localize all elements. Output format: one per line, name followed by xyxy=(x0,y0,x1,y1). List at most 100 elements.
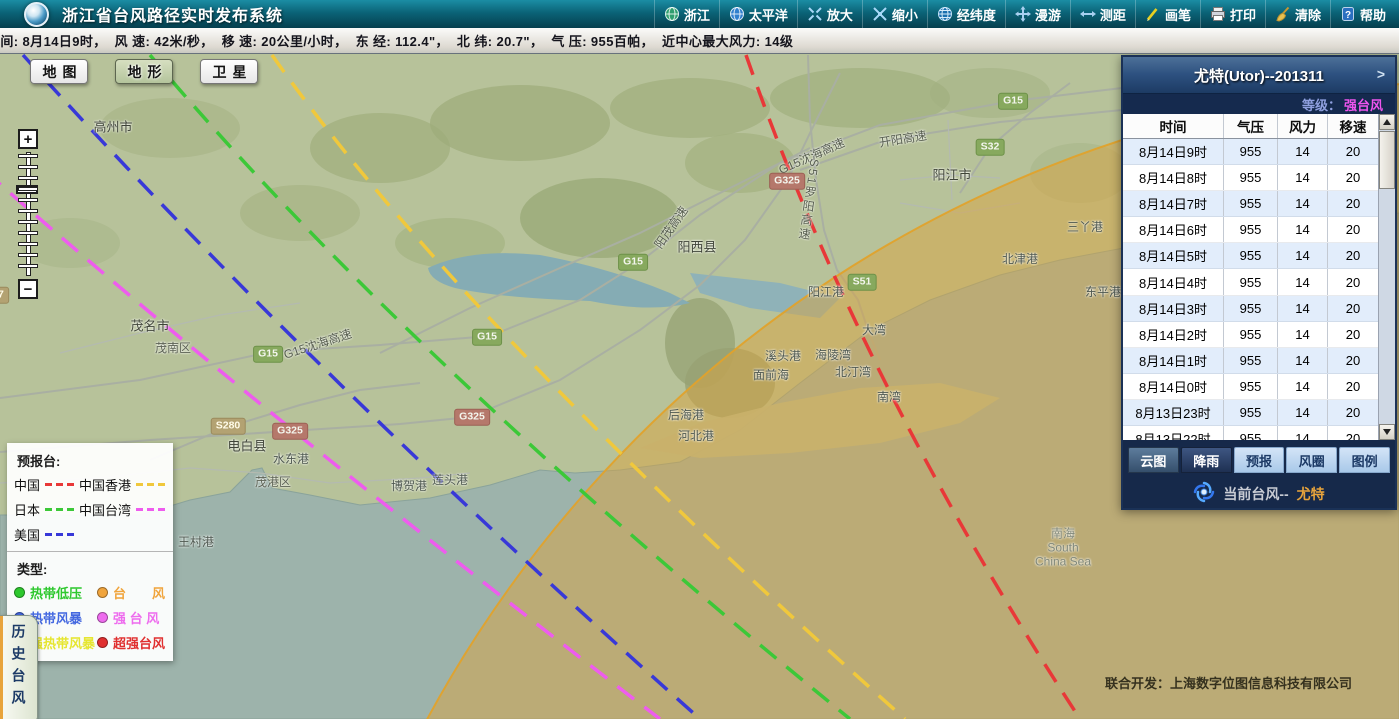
table-header-移速: 移速 xyxy=(1328,114,1378,138)
table-row[interactable]: 8月14日4时9551420 xyxy=(1123,269,1378,295)
status-bar: 时间: 8月14日9时， 风 速: 42米/秒， 移 速: 20公里/小时， 东… xyxy=(0,28,1399,54)
table-body: 8月14日9时95514208月14日8时95514208月14日7时95514… xyxy=(1123,139,1378,440)
expand-arrow-icon[interactable]: > xyxy=(1377,66,1385,82)
table-cell: 955 xyxy=(1224,348,1278,373)
zoom-tick xyxy=(18,242,38,246)
road-badge: G325 xyxy=(769,173,805,190)
toolbar-label: 清除 xyxy=(1295,5,1321,24)
legend-dash-swatch xyxy=(136,483,166,486)
toolbar-pen-button[interactable]: 画笔 xyxy=(1135,0,1200,28)
table-cell: 14 xyxy=(1278,322,1328,347)
table-cell: 8月14日2时 xyxy=(1123,322,1224,347)
globe-blue-icon xyxy=(729,6,745,22)
table-cell: 8月13日22时 xyxy=(1123,426,1224,440)
table-header-row: 时间气压风力移速 xyxy=(1123,114,1378,139)
legend-agency-name: 中国 xyxy=(14,475,40,494)
road-badge: G15 xyxy=(998,93,1028,110)
print-icon xyxy=(1210,6,1226,22)
road-badge: G325 xyxy=(454,409,490,426)
current-typhoon-row: 当前台风-- 尤特 xyxy=(1123,473,1395,510)
table-cell: 955 xyxy=(1224,374,1278,399)
panel-tab-风圈[interactable]: 风圈 xyxy=(1286,447,1337,473)
legend-type-name: 超强台风 xyxy=(113,633,165,652)
scroll-down-button[interactable] xyxy=(1379,424,1395,440)
toolbar-pan-button[interactable]: 漫游 xyxy=(1005,0,1070,28)
zoom-out-button[interactable]: − xyxy=(18,279,38,299)
table-cell: 14 xyxy=(1278,191,1328,216)
panel-tab-降雨[interactable]: 降雨 xyxy=(1181,447,1232,473)
table-cell: 20 xyxy=(1328,191,1378,216)
zoom-tick xyxy=(18,176,38,180)
toolbar-zoom-out-button[interactable]: 缩小 xyxy=(862,0,927,28)
table-cell: 8月14日0时 xyxy=(1123,374,1224,399)
toolbar-globe-blue-button[interactable]: 太平洋 xyxy=(719,0,797,28)
zoom-slider[interactable] xyxy=(18,152,38,276)
table-cell: 14 xyxy=(1278,269,1328,294)
table-cell: 8月14日6时 xyxy=(1123,217,1224,242)
history-typhoon-label: 历史台风 xyxy=(9,624,29,712)
map-type-button-卫星[interactable]: 卫星 xyxy=(200,59,258,84)
globe-green-icon xyxy=(664,6,680,22)
legend-types-title: 类型: xyxy=(7,557,173,583)
toolbar-zoom-in-button[interactable]: 放大 xyxy=(797,0,862,28)
toolbar-latlng-button[interactable]: 经纬度 xyxy=(927,0,1005,28)
table-row[interactable]: 8月14日6时9551420 xyxy=(1123,217,1378,243)
panel-header[interactable]: 尤特(Utor)--201311 > xyxy=(1123,57,1395,94)
panel-tab-图例[interactable]: 图例 xyxy=(1339,447,1390,473)
zoom-tick xyxy=(18,165,38,169)
table-cell: 20 xyxy=(1328,269,1378,294)
table-row[interactable]: 8月14日5时9551420 xyxy=(1123,243,1378,269)
table-scrollbar[interactable] xyxy=(1378,114,1395,440)
legend-type-dot xyxy=(14,587,25,598)
help-icon: ? xyxy=(1340,6,1356,22)
toolbar-print-button[interactable]: 打印 xyxy=(1200,0,1265,28)
panel-tab-云图[interactable]: 云图 xyxy=(1128,447,1179,473)
table-cell: 20 xyxy=(1328,165,1378,190)
table-row[interactable]: 8月14日3时9551420 xyxy=(1123,296,1378,322)
title-bar: 浙江省台风路径实时发布系统 浙江太平洋放大 缩小经纬度漫游测距画笔打印 清除 ?帮助 xyxy=(0,0,1399,29)
toolbar-label: 缩小 xyxy=(892,5,918,24)
toolbar-clear-button[interactable]: 清除 xyxy=(1265,0,1330,28)
table-header-风力: 风力 xyxy=(1278,114,1328,138)
legend-agency-name: 日本 xyxy=(14,500,40,519)
legend-agency-name: 中国台湾 xyxy=(79,500,131,519)
table-row[interactable]: 8月14日1时9551420 xyxy=(1123,348,1378,374)
typhoon-status-text: 时间: 8月14日9时， 风 速: 42米/秒， 移 速: 20公里/小时， 东… xyxy=(0,31,793,50)
scroll-up-button[interactable] xyxy=(1379,114,1395,130)
zoom-in-button[interactable]: + xyxy=(18,129,38,149)
map-type-button-地图[interactable]: 地图 xyxy=(30,59,88,84)
table-row[interactable]: 8月14日9时9551420 xyxy=(1123,139,1378,165)
toolbar-help-button[interactable]: ?帮助 xyxy=(1330,0,1395,28)
road-badge: 07 xyxy=(0,287,9,304)
table-row[interactable]: 8月13日22时9551420 xyxy=(1123,426,1378,440)
table-cell: 14 xyxy=(1278,348,1328,373)
table-row[interactable]: 8月14日8时9551420 xyxy=(1123,165,1378,191)
current-typhoon-name[interactable]: 尤特 xyxy=(1297,484,1325,504)
toolbar-label: 浙江 xyxy=(684,5,710,24)
table-cell: 8月14日5时 xyxy=(1123,243,1224,268)
legend-agency: 中国香港 xyxy=(79,475,166,494)
table-row[interactable]: 8月14日7时9551420 xyxy=(1123,191,1378,217)
table-row[interactable]: 8月14日0时9551420 xyxy=(1123,374,1378,400)
table-cell: 8月14日9时 xyxy=(1123,139,1224,164)
scroll-thumb[interactable] xyxy=(1379,131,1395,189)
table-row[interactable]: 8月13日23时9551420 xyxy=(1123,400,1378,426)
legend-agencies: 中国中国香港日本中国台湾美国 xyxy=(7,475,173,544)
toolbar-globe-green-button[interactable]: 浙江 xyxy=(654,0,719,28)
table-cell: 955 xyxy=(1224,191,1278,216)
grade-label: 等级： xyxy=(1302,95,1341,114)
table-cell: 955 xyxy=(1224,217,1278,242)
history-typhoon-tab[interactable]: 历史台风 xyxy=(0,615,38,719)
legend-dash-swatch xyxy=(136,508,166,511)
table-cell: 14 xyxy=(1278,243,1328,268)
table-row[interactable]: 8月14日2时9551420 xyxy=(1123,322,1378,348)
typhoon-data-table: 时间气压风力移速 8月14日9时95514208月14日8时95514208月1… xyxy=(1123,114,1395,440)
table-cell: 955 xyxy=(1224,269,1278,294)
panel-tab-预报[interactable]: 预报 xyxy=(1234,447,1285,473)
map-type-button-地形[interactable]: 地形 xyxy=(115,59,173,84)
app-title: 浙江省台风路径实时发布系统 xyxy=(62,2,283,26)
table-cell: 14 xyxy=(1278,165,1328,190)
table-cell: 8月14日1时 xyxy=(1123,348,1224,373)
table-cell: 955 xyxy=(1224,322,1278,347)
toolbar-measure-button[interactable]: 测距 xyxy=(1070,0,1135,28)
